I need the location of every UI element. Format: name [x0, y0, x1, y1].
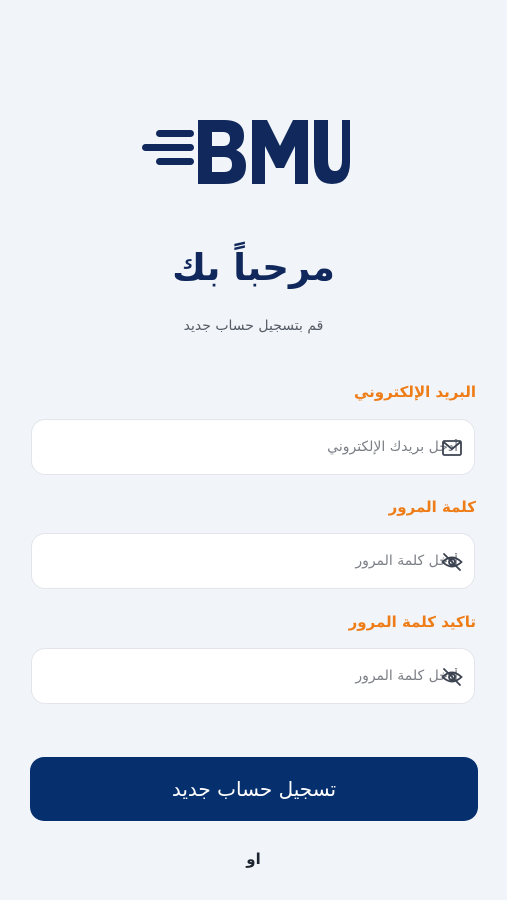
confirm-password-input[interactable] — [92, 649, 458, 703]
bmu-logo — [142, 120, 350, 184]
password-input[interactable] — [92, 534, 458, 588]
confirm-password-label: تاكيد كلمة المرور — [348, 613, 476, 631]
register-button[interactable]: تسجيل حساب جديد — [30, 757, 478, 821]
email-field[interactable] — [31, 419, 475, 475]
mail-icon — [442, 440, 462, 456]
email-label: البريد الإلكتروني — [354, 383, 476, 401]
eye-off-icon[interactable] — [440, 665, 464, 689]
email-input[interactable] — [92, 420, 458, 474]
page-subtitle: قم بتسجيل حساب جديد — [183, 318, 324, 334]
or-divider-text: او — [246, 850, 261, 868]
page-title: مرحباً بك — [172, 246, 335, 289]
confirm-password-field[interactable] — [31, 648, 475, 704]
eye-off-icon[interactable] — [440, 550, 464, 574]
password-field[interactable] — [31, 533, 475, 589]
password-label: كلمة المرور — [388, 498, 476, 516]
